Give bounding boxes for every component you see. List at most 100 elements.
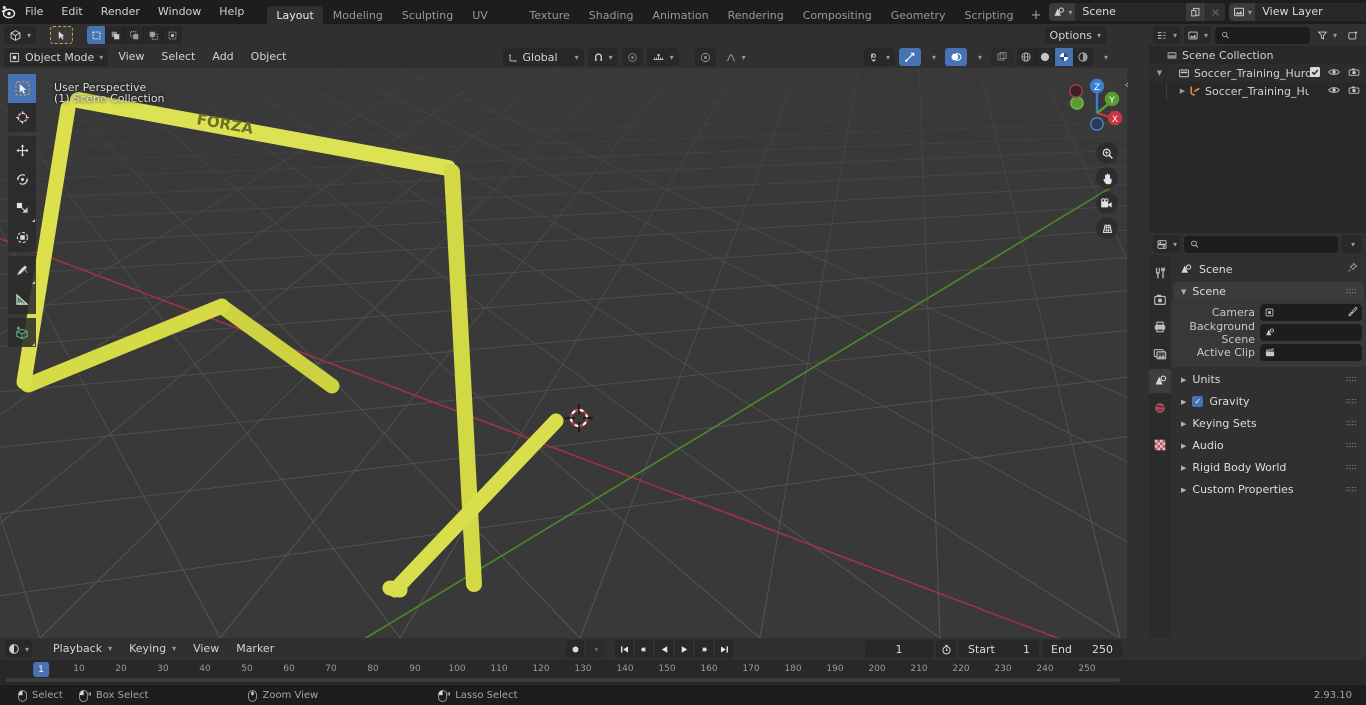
panel-scene[interactable]: ▼ Scene (1173, 282, 1364, 301)
panel-units[interactable]: ▶ Units (1173, 370, 1364, 389)
world-tab[interactable] (1149, 396, 1171, 420)
hide-object-eye-icon[interactable] (1328, 85, 1340, 98)
scene-icon[interactable]: ▾ (1049, 3, 1076, 21)
timeline-menu-playback[interactable]: Playback ▾ (46, 640, 119, 658)
proportional-falloff-toggle[interactable] (694, 48, 716, 66)
exclude-checkbox[interactable] (1310, 66, 1320, 80)
panel-audio[interactable]: ▶ Audio (1173, 436, 1364, 455)
wireframe-icon[interactable] (1016, 48, 1036, 66)
panel-keying-sets[interactable]: ▶ Keying Sets (1173, 414, 1364, 433)
use-preview-range-button[interactable] (936, 640, 956, 658)
transform-orientation-dropdown[interactable]: Global ▾ (503, 48, 584, 66)
view-layer-icon[interactable]: ▾ (1229, 3, 1256, 21)
properties-options-dropdown[interactable]: ▾ (1341, 235, 1362, 253)
drag-dots-icon[interactable] (1346, 376, 1357, 383)
auto-keying-button[interactable] (566, 640, 585, 658)
falloff-smooth-icon[interactable]: ▾ (720, 48, 751, 66)
menu-edit[interactable]: Edit (52, 0, 91, 24)
gravity-checkbox[interactable]: ✓ (1192, 396, 1204, 407)
menu-help[interactable]: Help (210, 0, 253, 24)
select-intersect-icon[interactable] (163, 26, 183, 44)
tab-layout[interactable]: Layout (267, 6, 323, 26)
camera-field[interactable] (1260, 304, 1362, 321)
panel-gravity[interactable]: ▶ ✓ Gravity (1173, 392, 1364, 411)
drag-dots-icon[interactable] (1346, 288, 1357, 295)
scene-selector[interactable]: ▾ Scene (1049, 3, 1226, 21)
annotate-tool[interactable] (8, 256, 36, 285)
active-clip-field[interactable] (1260, 344, 1362, 361)
timeline-ruler[interactable]: 1 10 20 30 40 50 60 70 80 90 100 110 120… (0, 660, 1366, 685)
toggle-perspective-button[interactable] (1096, 217, 1118, 239)
auto-keying-dropdown[interactable]: ▾ (586, 640, 605, 658)
overlays-icon[interactable] (944, 48, 967, 66)
new-scene-button[interactable] (1185, 3, 1206, 21)
editor-type-3dview-icon[interactable]: ▾ (4, 26, 37, 44)
menu-file[interactable]: File (16, 0, 52, 24)
drag-dots-icon[interactable] (1346, 486, 1357, 493)
viewport-menu-add[interactable]: Add (205, 48, 240, 66)
shading-dropdown[interactable]: ▾ (1097, 48, 1113, 66)
editor-type-outliner-icon[interactable]: ▾ (1153, 26, 1181, 44)
select-new-icon[interactable] (87, 26, 107, 44)
sidebar-toggle-chevron-icon[interactable]: ‹ (1125, 78, 1129, 91)
viewport-right-gutter[interactable] (1127, 68, 1149, 638)
cursor-select-icon[interactable] (50, 26, 74, 44)
solid-icon[interactable] (1035, 48, 1055, 66)
material-preview-icon[interactable] (1054, 48, 1074, 66)
select-extend-icon[interactable] (106, 26, 126, 44)
menu-window[interactable]: Window (149, 0, 210, 24)
tab-uv-editing[interactable]: UV Editing (463, 6, 519, 42)
measure-tool[interactable] (8, 285, 36, 314)
timeline-menu-keying[interactable]: Keying ▾ (122, 640, 183, 658)
gizmo-icon[interactable] (898, 48, 921, 66)
tab-scripting[interactable]: Scripting (956, 6, 1023, 26)
unlink-scene-button[interactable] (1205, 3, 1226, 21)
pan-view-button[interactable] (1096, 167, 1118, 189)
object-visibility-icon[interactable]: ▾ (863, 48, 895, 66)
start-frame-field[interactable]: Start 1 (959, 640, 1039, 658)
rendered-icon[interactable] (1073, 48, 1093, 66)
disable-object-render-camera-icon[interactable] (1348, 85, 1360, 98)
camera-view-button[interactable] (1096, 192, 1118, 214)
interaction-mode-dropdown[interactable]: Object Mode ▾ (4, 48, 109, 66)
select-subtract-icon[interactable] (125, 26, 145, 44)
drag-dots-icon[interactable] (1346, 420, 1357, 427)
playhead[interactable]: 1 (33, 662, 49, 677)
snap-increment-icon[interactable]: ▾ (646, 48, 679, 66)
panel-rigid-body-world[interactable]: ▶ Rigid Body World (1173, 458, 1364, 477)
rotate-tool[interactable] (8, 165, 36, 194)
add-workspace-button[interactable]: + (1023, 6, 1048, 26)
timeline-horizontal-scrollbar[interactable] (6, 678, 1120, 682)
move-tool[interactable] (8, 136, 36, 165)
tab-geometry-nodes[interactable]: Geometry Nodes (882, 6, 955, 42)
3d-viewport[interactable]: FORZA User Perspective (1) Scene Collect… (0, 68, 1127, 638)
scene-tab[interactable] (1149, 369, 1171, 393)
drag-dots-icon[interactable] (1346, 464, 1357, 471)
next-keyframe-button[interactable] (695, 640, 714, 658)
end-frame-field[interactable]: End 250 (1042, 640, 1122, 658)
outliner-row-object[interactable]: ▶ Soccer_Training_Hurdle_F (1149, 82, 1366, 100)
properties-search-input[interactable] (1184, 235, 1338, 253)
current-frame-field[interactable]: 1 (865, 640, 933, 658)
expand-object-triangle-icon[interactable]: ▶ (1176, 87, 1189, 95)
tool-tab[interactable] (1149, 261, 1171, 285)
tab-sculpting[interactable]: Sculpting (393, 6, 462, 26)
timeline-menu-marker[interactable]: Marker (229, 640, 281, 658)
viewlayer-name[interactable]: View Layer (1255, 3, 1366, 21)
editor-type-properties-icon[interactable]: ▾ (1153, 235, 1181, 253)
eyedropper-icon[interactable] (1347, 306, 1358, 320)
collapse-triangle-icon[interactable]: ▼ (1153, 69, 1166, 77)
viewport-menu-select[interactable]: Select (154, 48, 202, 66)
pin-icon[interactable] (1347, 262, 1358, 276)
outliner-row-scene-collection[interactable]: Scene Collection (1149, 46, 1366, 64)
jump-to-end-button[interactable] (715, 640, 734, 658)
blender-logo-icon[interactable] (0, 0, 16, 24)
drag-dots-icon[interactable] (1346, 398, 1357, 405)
menu-render[interactable]: Render (92, 0, 149, 24)
tab-shading[interactable]: Shading (580, 6, 643, 26)
zoom-view-button[interactable] (1096, 142, 1118, 164)
tab-texture-paint[interactable]: Texture Paint (521, 6, 579, 42)
snap-toggle[interactable]: ▾ (587, 48, 618, 66)
tweak-tool[interactable] (8, 74, 36, 103)
outliner-search-field[interactable] (1233, 28, 1304, 42)
